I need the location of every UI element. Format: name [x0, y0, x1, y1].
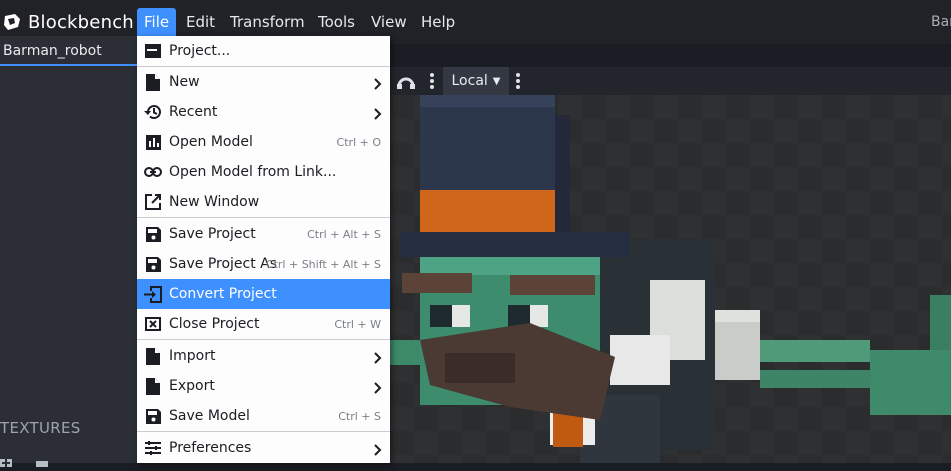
menu-transform[interactable]: Transform [223, 8, 312, 36]
menu-item-save-project[interactable]: Save Project Ctrl + Alt + S [137, 219, 390, 249]
menu-edit[interactable]: Edit [179, 8, 222, 36]
menu-item-new-window[interactable]: New Window [137, 187, 390, 217]
menu-item-export[interactable]: Export [137, 371, 390, 401]
more-options-icon[interactable] [426, 67, 438, 95]
pivot-tool-icon[interactable] [394, 67, 418, 95]
close-box-icon [137, 309, 169, 339]
menu-separator [137, 339, 390, 340]
link-icon [137, 157, 169, 187]
open-model-icon [137, 127, 169, 157]
history-icon [137, 97, 169, 127]
chevron-right-icon [374, 379, 382, 398]
menu-item-save-model[interactable]: Save Model Ctrl + S [137, 401, 390, 431]
menu-item-preferences[interactable]: Preferences [137, 433, 390, 463]
chevron-right-icon [374, 349, 382, 368]
menu-help[interactable]: Help [414, 8, 462, 36]
chevron-down-icon: ▼ [492, 75, 501, 87]
transform-space-select[interactable]: Local ▼ [443, 67, 509, 95]
app-name: Blockbench [28, 11, 134, 33]
menu-separator [137, 217, 390, 218]
robot-model [390, 95, 951, 463]
chevron-right-icon [374, 105, 382, 124]
menu-item-save-project-as[interactable]: Save Project As Ctrl + Shift + Alt + S [137, 249, 390, 279]
project-icon [137, 36, 169, 66]
menu-view[interactable]: View [364, 8, 414, 36]
menu-item-convert-project[interactable]: Convert Project [137, 279, 390, 309]
import-texture-icon[interactable] [34, 452, 48, 467]
open-in-new-icon [137, 187, 169, 217]
save-model-icon [137, 401, 169, 431]
blockbench-logo-icon [4, 14, 20, 30]
left-panel: Barman_robot TEXTURES [0, 36, 138, 467]
convert-icon [137, 279, 169, 309]
menu-item-open-model[interactable]: Open Model Ctrl + O [137, 127, 390, 157]
project-tab[interactable]: Barman_robot [0, 36, 138, 66]
menu-tools[interactable]: Tools [311, 8, 362, 36]
new-file-icon [137, 67, 169, 97]
3d-viewport[interactable] [390, 95, 951, 463]
menu-item-new[interactable]: New [137, 67, 390, 97]
export-icon [137, 371, 169, 401]
menu-item-recent[interactable]: Recent [137, 97, 390, 127]
add-texture-icon[interactable] [0, 452, 14, 467]
menu-item-project[interactable]: Project... [137, 36, 390, 66]
menu-separator [137, 431, 390, 432]
window-title: Barman_robot [931, 14, 951, 30]
import-icon [137, 341, 169, 371]
save-icon [137, 219, 169, 249]
file-menu-dropdown: Project... New Recent Open Model Ctrl + … [137, 36, 390, 463]
texture-toolbar [0, 452, 48, 467]
more-options-icon-2[interactable] [512, 67, 524, 95]
menu-item-import[interactable]: Import [137, 341, 390, 371]
app-logo: Blockbench [0, 9, 134, 35]
menu-item-open-from-link[interactable]: Open Model from Link... [137, 157, 390, 187]
tune-icon [137, 433, 169, 463]
transform-space-value: Local [451, 73, 488, 89]
chevron-right-icon [374, 75, 382, 94]
textures-heading: TEXTURES [0, 419, 81, 437]
save-as-icon [137, 249, 169, 279]
menu-file[interactable]: File [137, 8, 177, 36]
menu-item-close-project[interactable]: Close Project Ctrl + W [137, 309, 390, 339]
chevron-right-icon [374, 441, 382, 460]
